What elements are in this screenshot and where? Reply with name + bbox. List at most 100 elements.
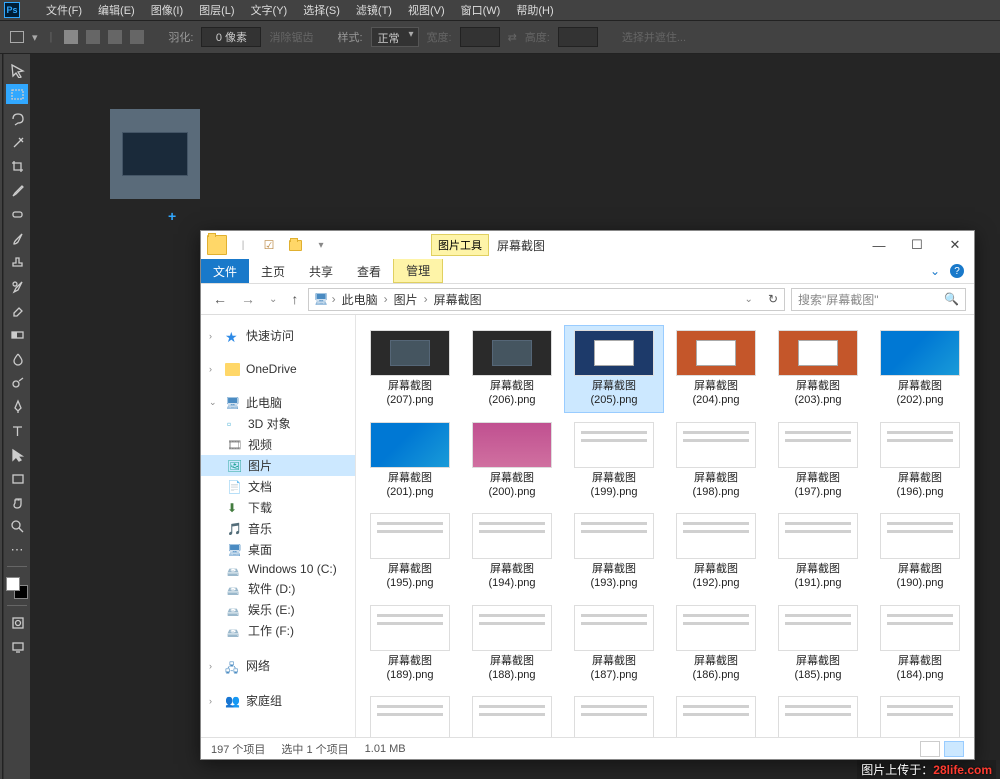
file-tile[interactable]: 屏幕截图 (206).png (462, 325, 562, 413)
file-tile[interactable]: 屏幕截图 (184).png (870, 600, 970, 688)
address-bar[interactable]: 🖥 › 此电脑 › 图片 › 屏幕截图 ⌄ ↻ (308, 288, 785, 311)
sidebar-item[interactable]: 📄文档 (201, 476, 355, 497)
menu-item[interactable]: 文字(Y) (245, 0, 294, 20)
file-tile[interactable]: 屏幕截图 (198).png (666, 417, 766, 505)
file-list-pane[interactable]: 屏幕截图 (207).png屏幕截图 (206).png屏幕截图 (205).p… (356, 315, 974, 737)
eraser-tool[interactable] (6, 300, 28, 320)
view-details-button[interactable] (920, 741, 940, 757)
file-tile[interactable]: 屏幕截图 (201).png (360, 417, 460, 505)
file-tile[interactable] (666, 691, 766, 737)
search-input[interactable]: 搜索"屏幕截图" 🔍 (791, 288, 966, 311)
selection-mode-add-icon[interactable] (86, 30, 100, 44)
up-button[interactable]: ↑ (287, 289, 302, 309)
selection-mode-new-icon[interactable] (64, 30, 78, 44)
tab-share[interactable]: 共享 (297, 259, 345, 283)
file-tile[interactable]: 屏幕截图 (192).png (666, 508, 766, 596)
maximize-button[interactable]: ☐ (898, 232, 936, 259)
file-tile[interactable]: 屏幕截图 (186).png (666, 600, 766, 688)
sidebar-item[interactable]: ⬇下载 (201, 497, 355, 518)
tab-view[interactable]: 查看 (345, 259, 393, 283)
more-tools[interactable]: ⋯ (6, 540, 28, 560)
file-tile[interactable]: 屏幕截图 (187).png (564, 600, 664, 688)
explorer-titlebar[interactable]: | ☑ ▾ 图片工具 屏幕截图 — ☐ ✕ (201, 231, 974, 259)
sidebar-item[interactable]: 🖼图片 (201, 455, 355, 476)
help-icon[interactable]: ? (950, 264, 964, 278)
sidebar-item[interactable]: 🖴工作 (F:) (201, 620, 355, 641)
sidebar-item[interactable]: 🖥桌面 (201, 539, 355, 560)
magic-wand-tool[interactable] (6, 132, 28, 152)
file-tile[interactable]: 屏幕截图 (207).png (360, 325, 460, 413)
qat-new-folder-icon[interactable] (285, 235, 305, 255)
type-tool[interactable] (6, 420, 28, 440)
sidebar-item[interactable]: 🎞视频 (201, 434, 355, 455)
sidebar-this-pc[interactable]: ⌄🖥此电脑 (201, 392, 355, 413)
sidebar-quick-access[interactable]: ›★快速访问 (201, 325, 355, 346)
file-tile[interactable] (360, 691, 460, 737)
menu-item[interactable]: 视图(V) (402, 0, 451, 20)
file-tile[interactable]: 屏幕截图 (205).png (564, 325, 664, 413)
file-tile[interactable] (768, 691, 868, 737)
file-tile[interactable]: 屏幕截图 (204).png (666, 325, 766, 413)
menu-item[interactable]: 编辑(E) (92, 0, 141, 20)
tab-manage[interactable]: 管理 (393, 259, 443, 283)
rectangle-tool[interactable] (6, 468, 28, 488)
marquee-tool[interactable] (6, 84, 28, 104)
file-tile[interactable]: 屏幕截图 (190).png (870, 508, 970, 596)
address-dropdown-icon[interactable]: ⌄ (739, 294, 759, 305)
sidebar-network[interactable]: ›🖧网络 (201, 655, 355, 676)
file-tile[interactable]: 屏幕截图 (191).png (768, 508, 868, 596)
file-tile[interactable]: 屏幕截图 (199).png (564, 417, 664, 505)
file-tile[interactable]: 屏幕截图 (189).png (360, 600, 460, 688)
lasso-tool[interactable] (6, 108, 28, 128)
sidebar-item[interactable]: 🎵音乐 (201, 518, 355, 539)
marquee-mode-icon[interactable] (10, 31, 24, 43)
menu-item[interactable]: 图像(I) (145, 0, 189, 20)
menu-item[interactable]: 滤镜(T) (350, 0, 398, 20)
dodge-tool[interactable] (6, 372, 28, 392)
color-swatches[interactable] (6, 577, 28, 599)
file-tile[interactable]: 屏幕截图 (203).png (768, 325, 868, 413)
healing-tool[interactable] (6, 204, 28, 224)
zoom-tool[interactable] (6, 516, 28, 536)
file-tile[interactable] (870, 691, 970, 737)
crop-tool[interactable] (6, 156, 28, 176)
minimize-button[interactable]: — (860, 232, 898, 259)
brush-tool[interactable] (6, 228, 28, 248)
style-dropdown[interactable]: 正常 (371, 27, 419, 47)
document-thumbnail[interactable] (110, 109, 200, 199)
file-tile[interactable]: 屏幕截图 (196).png (870, 417, 970, 505)
recent-locations-icon[interactable]: ⌄ (265, 292, 281, 307)
qat-down-icon[interactable]: ▾ (311, 235, 331, 255)
file-tile[interactable]: 屏幕截图 (195).png (360, 508, 460, 596)
file-tile[interactable] (462, 691, 562, 737)
file-tile[interactable]: 屏幕截图 (185).png (768, 600, 868, 688)
menu-item[interactable]: 窗口(W) (455, 0, 507, 20)
pen-tool[interactable] (6, 396, 28, 416)
sidebar-onedrive[interactable]: ›OneDrive (201, 360, 355, 378)
qat-properties-icon[interactable]: ☑ (259, 235, 279, 255)
tab-file[interactable]: 文件 (201, 259, 249, 283)
file-tile[interactable]: 屏幕截图 (188).png (462, 600, 562, 688)
close-button[interactable]: ✕ (936, 232, 974, 259)
feather-input[interactable] (201, 27, 261, 47)
eyedropper-tool[interactable] (6, 180, 28, 200)
crumb-screenshots[interactable]: 屏幕截图 (431, 289, 485, 310)
sidebar-item[interactable]: 🖴软件 (D:) (201, 578, 355, 599)
view-thumbnails-button[interactable] (944, 741, 964, 757)
file-tile[interactable]: 屏幕截图 (202).png (870, 325, 970, 413)
menu-item[interactable]: 帮助(H) (510, 0, 559, 20)
menu-item[interactable]: 选择(S) (297, 0, 346, 20)
menu-item[interactable]: 图层(L) (193, 0, 240, 20)
stamp-tool[interactable] (6, 252, 28, 272)
file-tile[interactable]: 屏幕截图 (197).png (768, 417, 868, 505)
sidebar-item[interactable]: 🖴Windows 10 (C:) (201, 560, 355, 578)
crumb-pc[interactable]: 此电脑 (339, 289, 381, 310)
file-tile[interactable]: 屏幕截图 (193).png (564, 508, 664, 596)
file-tile[interactable]: 屏幕截图 (200).png (462, 417, 562, 505)
quickmask-tool[interactable] (6, 612, 28, 632)
file-tile[interactable] (564, 691, 664, 737)
hand-tool[interactable] (6, 492, 28, 512)
selection-mode-subtract-icon[interactable] (108, 30, 122, 44)
path-select-tool[interactable] (6, 444, 28, 464)
history-brush-tool[interactable] (6, 276, 28, 296)
